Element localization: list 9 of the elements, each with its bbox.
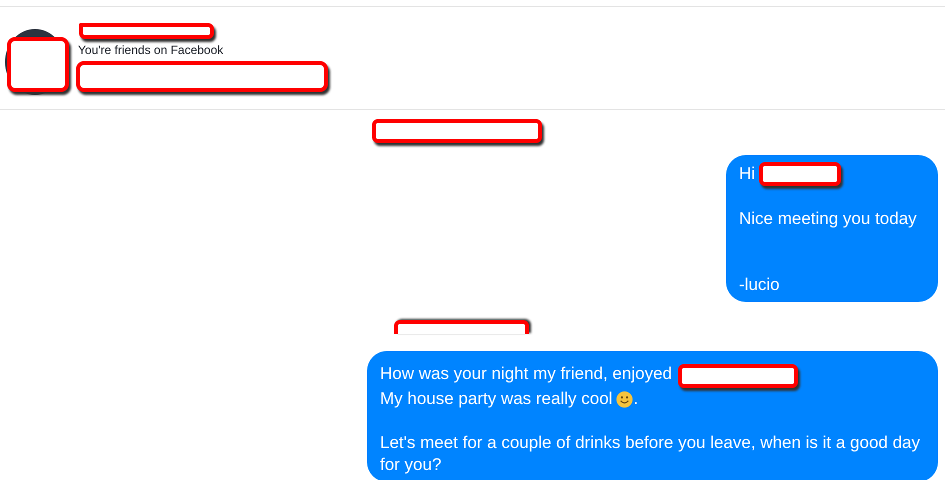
smiley-icon	[616, 390, 634, 408]
message-text: My house party was really cool	[380, 388, 612, 410]
message-text: Hi	[739, 163, 756, 185]
message-text: .	[633, 388, 638, 410]
message-text: How was your night my friend, enjoyed	[380, 363, 672, 385]
friends-status: You're friends on Facebook	[78, 42, 224, 56]
message-text: -lucio	[739, 274, 780, 296]
message-text: Nice meeting you today	[739, 208, 917, 230]
message-text: Let's meet for a couple of drinks before you leave, when is it a good day for you?	[380, 432, 922, 476]
